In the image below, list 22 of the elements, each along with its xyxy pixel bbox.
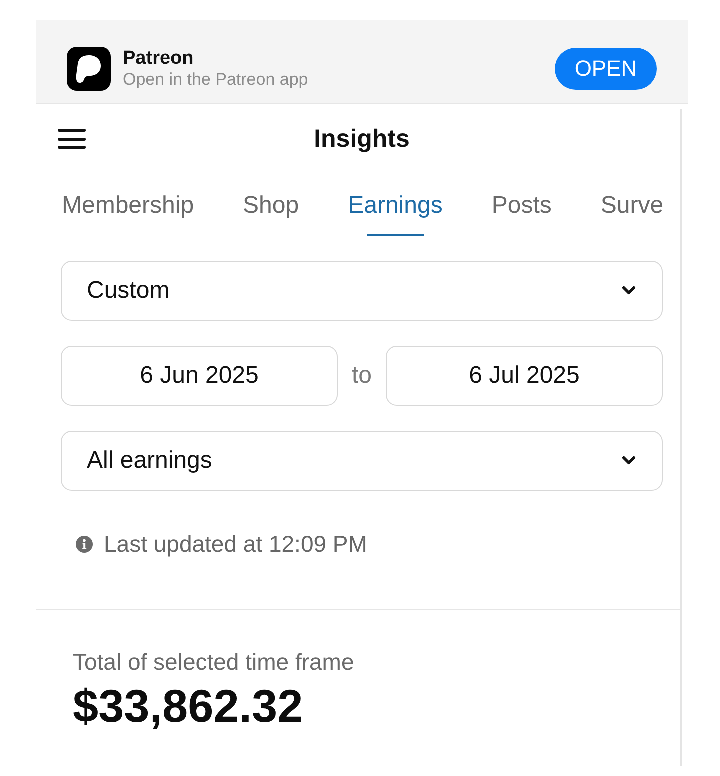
app-name: Patreon [123,48,194,70]
date-separator: to [352,362,372,390]
tab[interactable]: Posts [492,174,552,236]
chevron-down-icon [622,286,636,296]
open-app-button[interactable]: OPEN [555,48,657,90]
tab[interactable]: Shop [243,174,300,236]
tab[interactable]: Surve [600,174,664,236]
page-title: Insights [314,124,410,154]
last-updated-text: Last updated at 12:09 PM [104,530,368,558]
start-date-field[interactable]: 6 Jun 2025 [61,346,338,406]
range-dropdown[interactable]: Custom [61,261,663,321]
app-logo-icon [67,46,111,90]
earnings-type-dropdown[interactable]: All earnings [61,431,663,491]
total-label: Total of selected time frame [73,648,354,676]
end-date-field[interactable]: 6 Jul 2025 [386,346,663,406]
app-subtitle: Open in the Patreon app [123,70,308,90]
tab[interactable]: Earnings [348,174,443,236]
total-amount: $33,862.32 [73,681,304,731]
info-icon [76,536,93,552]
menu-icon[interactable] [58,129,86,149]
chevron-down-icon [622,456,636,466]
tab[interactable]: Membership [62,174,194,236]
